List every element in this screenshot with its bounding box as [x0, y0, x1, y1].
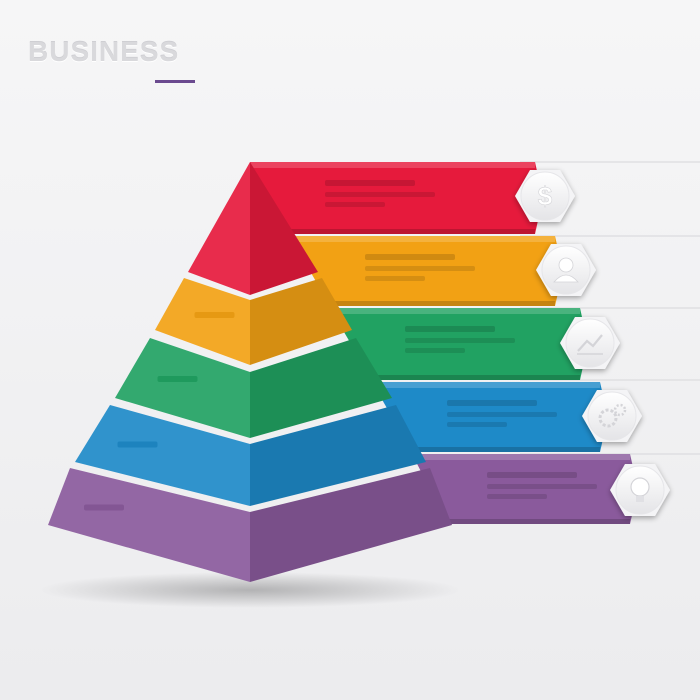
ribbon-text-line — [365, 266, 475, 271]
tier-label-line — [194, 312, 235, 318]
ribbon-shade — [287, 229, 535, 234]
ribbon-text-line — [325, 180, 415, 186]
ribbon-shade — [369, 375, 580, 380]
ribbon-shade — [445, 519, 630, 524]
ribbon-text-line — [365, 276, 425, 281]
ribbon-text-line — [447, 412, 557, 417]
ribbon-highlight — [330, 308, 580, 314]
bulb-base — [636, 496, 644, 502]
ribbon-band — [250, 162, 543, 234]
tier-label-line — [157, 376, 198, 382]
tier-label-line — [117, 441, 158, 448]
ribbon-text-line — [487, 484, 597, 489]
ribbon-highlight — [372, 382, 600, 388]
ribbon-text-line — [487, 472, 577, 478]
ribbon-shade — [409, 447, 600, 452]
ribbon-text-line — [325, 202, 385, 207]
ribbon-shade — [327, 301, 555, 306]
infographic-canvas: BUSINESS $ — [0, 0, 700, 700]
dollar-glyph: $ — [538, 181, 553, 211]
dollar-icon: $ — [537, 181, 553, 212]
ribbon-text-line — [447, 400, 537, 406]
ribbon-highlight — [290, 236, 555, 242]
tier-label-line — [84, 504, 124, 511]
ribbon-text-line — [487, 494, 547, 499]
badge-circle — [587, 391, 637, 441]
ribbon-1 — [250, 162, 543, 234]
ribbon-text-line — [325, 192, 435, 197]
ribbon-highlight — [250, 162, 535, 168]
ribbon-text-line — [405, 326, 495, 332]
tier-left-face — [188, 162, 250, 295]
ribbon-text-line — [447, 422, 507, 427]
user-head — [558, 257, 574, 273]
ribbon-text-line — [405, 348, 465, 353]
bulb-glass — [630, 477, 650, 497]
ribbon-text-line — [365, 254, 455, 260]
ribbon-text-line — [405, 338, 515, 343]
ribbon-highlight — [412, 454, 630, 460]
pyramid-diagram: $ — [40, 161, 700, 608]
